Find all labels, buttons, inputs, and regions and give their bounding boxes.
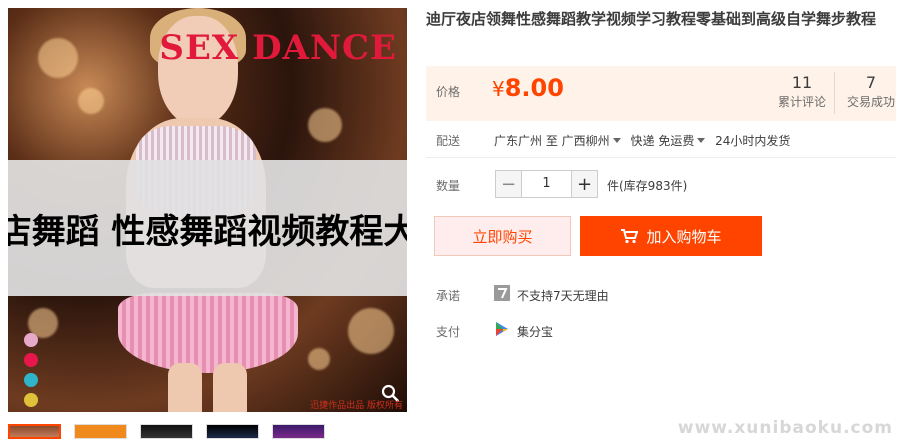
increase-button[interactable]: + — [571, 170, 598, 198]
swatch-cyan — [24, 373, 38, 387]
thumbnail[interactable] — [8, 424, 61, 439]
chevron-down-icon — [612, 138, 621, 143]
bokeh-light — [308, 108, 342, 142]
thumbnail[interactable] — [140, 424, 193, 439]
chevron-down-icon — [697, 138, 706, 143]
swatch-red — [24, 353, 38, 367]
add-cart-label: 加入购物车 — [646, 227, 722, 246]
main-product-image[interactable]: SEX DANCE 夜店舞蹈 性感舞蹈视频教程大全 迅捷作品出品 版权所有 — [8, 8, 407, 412]
thumbnail[interactable] — [74, 424, 127, 439]
delivery-info: 广东广州 至 广西柳州 快递 免运费 24小时内发货 — [494, 132, 790, 149]
reviews-stat[interactable]: 11 累计评论 — [769, 72, 835, 110]
swatch-pink — [24, 333, 38, 347]
ship-to-selector[interactable]: 广西柳州 — [562, 134, 627, 148]
currency-symbol: ¥ — [492, 77, 505, 101]
cart-icon — [621, 229, 639, 244]
ship-from: 广东广州 至 — [494, 134, 558, 148]
reviews-count: 11 — [791, 73, 813, 92]
product-title: 迪厅夜店领舞性感舞蹈教学视频学习教程零基础到高级自学舞步教程 — [426, 10, 877, 28]
buy-now-label: 立即购买 — [472, 227, 533, 246]
shipping-method-selector[interactable]: 快递 免运费 — [631, 134, 712, 148]
deals-stat: 7 交易成功 — [838, 72, 897, 110]
promise-row: 承诺 不支持7天无理由 — [426, 285, 896, 307]
dancer-fringe-skirt — [118, 293, 298, 373]
quantity-row: 数量 − 1 + 件(库存983件) — [426, 170, 896, 198]
price-panel: 价格 ¥8.00 11 累计评论 7 交易成功 — [426, 66, 896, 121]
dancer-leg — [213, 363, 247, 412]
decrease-button[interactable]: − — [495, 170, 522, 198]
swatch-yellow — [24, 393, 38, 407]
ship-time: 24小时内发货 — [715, 134, 791, 148]
ship-to: 广西柳州 — [561, 134, 610, 148]
stat-divider — [834, 72, 835, 114]
quantity-label: 数量 — [436, 179, 461, 193]
bokeh-light — [348, 308, 394, 354]
deals-label: 交易成功 — [846, 95, 895, 109]
bokeh-light — [38, 38, 78, 78]
stock-text: 件(库存983件) — [607, 179, 688, 193]
dancer-leg — [168, 363, 202, 412]
delivery-row: 配送 广东广州 至 广西柳州 快递 免运费 24小时内发货 — [426, 132, 896, 154]
promo-banner-text: 夜店舞蹈 性感舞蹈视频教程大全 — [8, 211, 407, 252]
thumbnail[interactable] — [206, 424, 259, 439]
price-value: ¥8.00 — [492, 74, 564, 102]
add-to-cart-button[interactable]: 加入购物车 — [580, 216, 762, 256]
reviews-label: 累计评论 — [777, 95, 826, 109]
jifenbao-icon — [496, 322, 508, 336]
payment-row: 支付 集分宝 — [426, 322, 896, 343]
promise-text: 不支持7天无理由 — [517, 289, 609, 303]
site-watermark: www.xunibaoku.com — [677, 418, 893, 438]
quantity-stepper: − 1 + — [495, 170, 598, 198]
brand-overlay-text: SEX DANCE — [159, 28, 397, 68]
thumbnail-strip — [8, 424, 325, 439]
image-watermark: 迅捷作品出品 版权所有 — [310, 401, 403, 411]
delivery-label: 配送 — [436, 134, 461, 148]
bokeh-light — [308, 348, 330, 370]
seven-day-icon — [494, 285, 510, 301]
deals-count: 7 — [865, 73, 877, 92]
promo-banner: 夜店舞蹈 性感舞蹈视频教程大全 — [8, 160, 407, 296]
thumbnail[interactable] — [272, 424, 325, 439]
promise-label: 承诺 — [436, 289, 461, 303]
quantity-input[interactable]: 1 — [522, 170, 571, 198]
buy-now-button[interactable]: 立即购买 — [434, 216, 571, 256]
divider — [426, 157, 896, 158]
payment-text: 集分宝 — [517, 325, 554, 339]
bokeh-light — [78, 88, 104, 114]
price-amount: 8.00 — [504, 74, 564, 102]
payment-label: 支付 — [436, 325, 461, 339]
shipping-method: 快递 免运费 — [630, 134, 695, 148]
color-swatches — [24, 333, 38, 407]
price-label: 价格 — [436, 85, 461, 99]
